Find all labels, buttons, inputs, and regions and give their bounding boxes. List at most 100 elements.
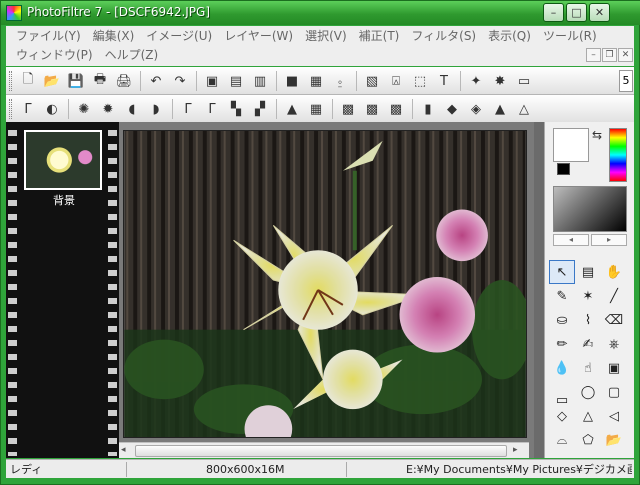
slideshow-icon[interactable]: ▭	[514, 71, 534, 91]
swap-colors-icon[interactable]: ⇆	[592, 128, 602, 142]
menu-edit[interactable]: 編集(X)	[87, 27, 141, 45]
polygon-shape-icon[interactable]: ⬠	[575, 428, 601, 452]
gamma-plus-icon[interactable]: Γ	[202, 99, 222, 119]
toolbar-separator	[460, 71, 461, 91]
eraser-tool-icon[interactable]: ⌫	[601, 308, 627, 332]
workspace: 背景 ◂ ▸	[6, 122, 634, 458]
fill-tool-icon[interactable]: ⛀	[549, 308, 575, 332]
menu-help[interactable]: ヘルプ(Z)	[99, 46, 165, 64]
settings-gear-icon[interactable]: ✸	[490, 71, 510, 91]
scan-icon[interactable]: 🖨	[114, 71, 134, 91]
scroll-left-icon[interactable]: ◂	[121, 445, 133, 457]
line-tool-icon[interactable]: ╱	[601, 284, 627, 308]
triangle-shape-icon[interactable]: △	[575, 404, 601, 428]
scroll-right-icon[interactable]: ▸	[513, 445, 525, 457]
zoom-field[interactable]: 5	[619, 70, 633, 92]
maximize-button[interactable]: □	[566, 3, 587, 22]
open-folder-icon[interactable]: 📂	[42, 71, 62, 91]
color-grid-icon[interactable]: ▦	[306, 71, 326, 91]
scroll-thumb[interactable]	[135, 445, 507, 457]
title-bar[interactable]: PhotoFiltre 7 - [DSCF6942.JPG] – □ ✕	[1, 1, 640, 25]
photo-mask-tool-icon[interactable]: ▣	[601, 356, 627, 380]
menu-image[interactable]: イメージ(U)	[140, 27, 218, 45]
document-image[interactable]	[123, 130, 527, 438]
ellipse-shape-icon[interactable]: ◯	[575, 380, 601, 404]
rounded-rect-shape-icon[interactable]: ▢	[601, 380, 627, 404]
doc-close-button[interactable]: ✕	[618, 48, 633, 62]
soften-icon[interactable]: ◈	[466, 99, 486, 119]
foreground-color-swatch[interactable]	[553, 128, 589, 162]
layer-thumbnail[interactable]	[24, 130, 102, 190]
text-icon[interactable]: T	[434, 71, 454, 91]
gradient-preview[interactable]	[553, 186, 627, 232]
pointer-tool-icon[interactable]: ↖	[549, 260, 575, 284]
clone-stamp-tool-icon[interactable]: ⎈	[601, 332, 627, 356]
toolbar-grip[interactable]	[9, 99, 12, 119]
open-folder-shape-icon[interactable]: 📂	[601, 428, 627, 452]
grid-a-icon[interactable]: ▩	[338, 99, 358, 119]
grid-c-icon[interactable]: ▩	[386, 99, 406, 119]
brightness-plus-icon[interactable]: ✹	[98, 99, 118, 119]
menu-layer[interactable]: レイヤー(W)	[218, 27, 299, 45]
auto-levels-icon[interactable]: Γ	[18, 99, 38, 119]
file-path: E:¥My Documents¥My Pictures¥デジカメ画像¥	[406, 463, 632, 476]
close-button[interactable]: ✕	[589, 3, 610, 22]
hand-tool-icon[interactable]: ✋	[601, 260, 627, 284]
print-icon[interactable]: 🖶	[90, 71, 110, 91]
menu-filter[interactable]: フィルタ(S)	[405, 27, 482, 45]
horizontal-scrollbar[interactable]: ◂ ▸	[119, 442, 529, 458]
gradient-prev-button[interactable]: ◂	[553, 234, 589, 246]
right-triangle-shape-icon[interactable]: ◁	[601, 404, 627, 428]
diamond-shape-icon[interactable]: ◇	[549, 404, 575, 428]
image-size-icon[interactable]: ▣	[202, 71, 222, 91]
menu-adjust[interactable]: 補正(T)	[353, 27, 406, 45]
canvas-size-icon[interactable]: ▤	[226, 71, 246, 91]
brightness-minus-icon[interactable]: ✺	[74, 99, 94, 119]
gradient-next-button[interactable]: ▸	[591, 234, 627, 246]
new-document-icon[interactable]: 🗋	[18, 71, 38, 91]
magic-wand-tool-icon[interactable]: ✶	[575, 284, 601, 308]
color-balance-icon[interactable]: ▦	[306, 99, 326, 119]
undo-icon[interactable]: ↶	[146, 71, 166, 91]
saturation-plus-icon[interactable]: ▞	[250, 99, 270, 119]
auto-contrast-icon[interactable]: ◐	[42, 99, 62, 119]
doc-restore-button[interactable]: ❐	[602, 48, 617, 62]
emboss-icon[interactable]: ▲	[490, 99, 510, 119]
redo-icon[interactable]: ↷	[170, 71, 190, 91]
eyedropper-tool-icon[interactable]: ✎	[549, 284, 575, 308]
spray-tool-icon[interactable]: ⌇	[575, 308, 601, 332]
menu-select[interactable]: 選択(V)	[299, 27, 353, 45]
contrast-minus-icon[interactable]: ◖	[122, 99, 142, 119]
menu-file[interactable]: ファイル(Y)	[10, 27, 87, 45]
frame-icon[interactable]: ▥	[250, 71, 270, 91]
crop-icon[interactable]: ▧	[362, 71, 382, 91]
contrast-plus-icon[interactable]: ◗	[146, 99, 166, 119]
selection-icon[interactable]: ⬚	[410, 71, 430, 91]
menu-view[interactable]: 表示(Q)	[482, 27, 537, 45]
save-icon[interactable]: 💾	[66, 71, 86, 91]
grid-b-icon[interactable]: ▩	[362, 99, 382, 119]
menu-window[interactable]: ウィンドウ(P)	[10, 46, 99, 64]
toolbar-grip[interactable]	[9, 71, 12, 91]
lasso-shape-icon[interactable]: ⌓	[549, 428, 575, 452]
smudge-tool-icon[interactable]: ☝	[575, 356, 601, 380]
stylize-icon[interactable]: △	[514, 99, 534, 119]
brush-tool-icon[interactable]: ✏	[549, 332, 575, 356]
gradient-fill-icon[interactable]: ■	[282, 71, 302, 91]
doc-minimize-button[interactable]: –	[586, 48, 601, 62]
histogram-icon[interactable]: ▲	[282, 99, 302, 119]
menu-tools[interactable]: ツール(R)	[537, 27, 603, 45]
gamma-minus-icon[interactable]: Γ	[178, 99, 198, 119]
plugin-icon[interactable]: ✦	[466, 71, 486, 91]
blur-icon[interactable]: ▮	[418, 99, 438, 119]
advanced-brush-tool-icon[interactable]: ✍	[575, 332, 601, 356]
background-color-swatch[interactable]	[557, 163, 570, 175]
transparent-icon[interactable]: ⍛	[330, 71, 350, 91]
automatic-crop-icon[interactable]: ⍓	[386, 71, 406, 91]
blur-drop-tool-icon[interactable]: 💧	[549, 356, 575, 380]
sharpen-icon[interactable]: ◆	[442, 99, 462, 119]
minimize-button[interactable]: –	[543, 3, 564, 22]
selection-tool-icon[interactable]: ▤	[575, 260, 601, 284]
color-spectrum[interactable]	[609, 128, 627, 182]
saturation-minus-icon[interactable]: ▚	[226, 99, 246, 119]
